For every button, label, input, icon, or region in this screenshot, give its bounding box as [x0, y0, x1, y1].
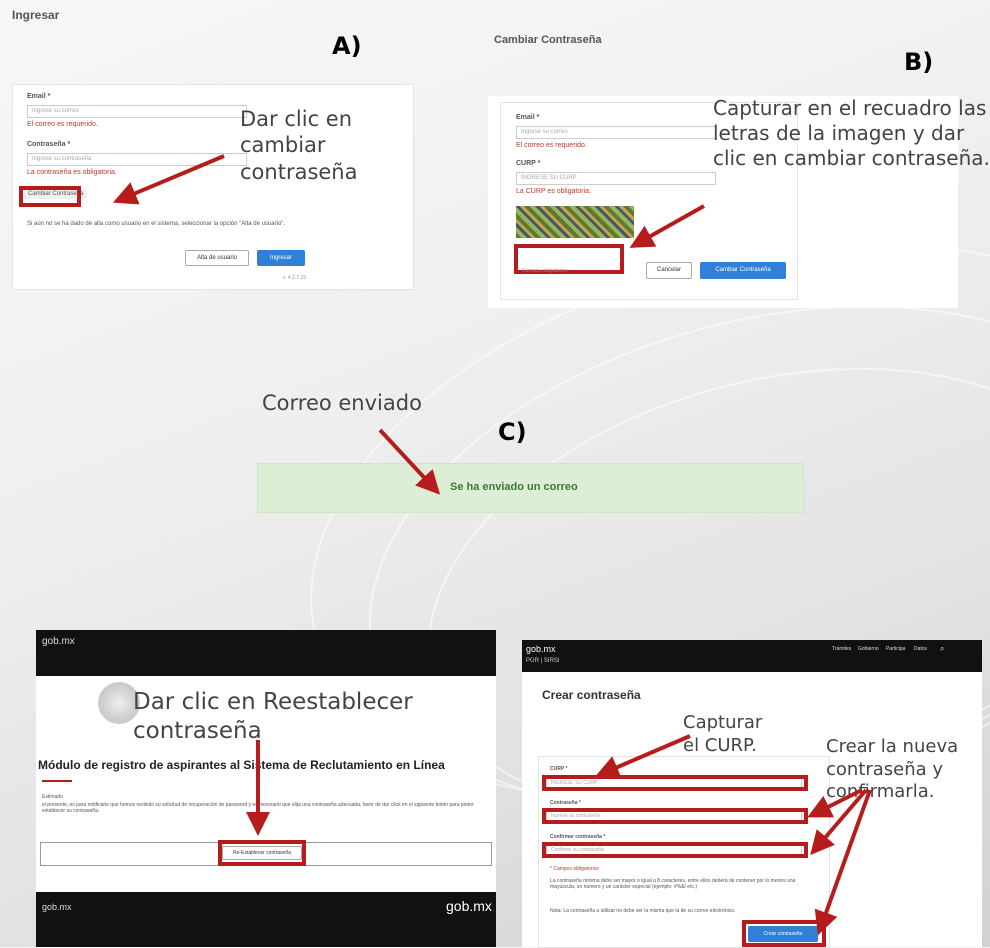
arrow-e-button	[814, 789, 872, 936]
arrow-a	[112, 154, 225, 205]
arrow-e-curp	[594, 734, 691, 779]
arrow-c	[378, 428, 441, 495]
arrow-b	[629, 204, 705, 248]
annotation-arrows	[112, 154, 872, 936]
